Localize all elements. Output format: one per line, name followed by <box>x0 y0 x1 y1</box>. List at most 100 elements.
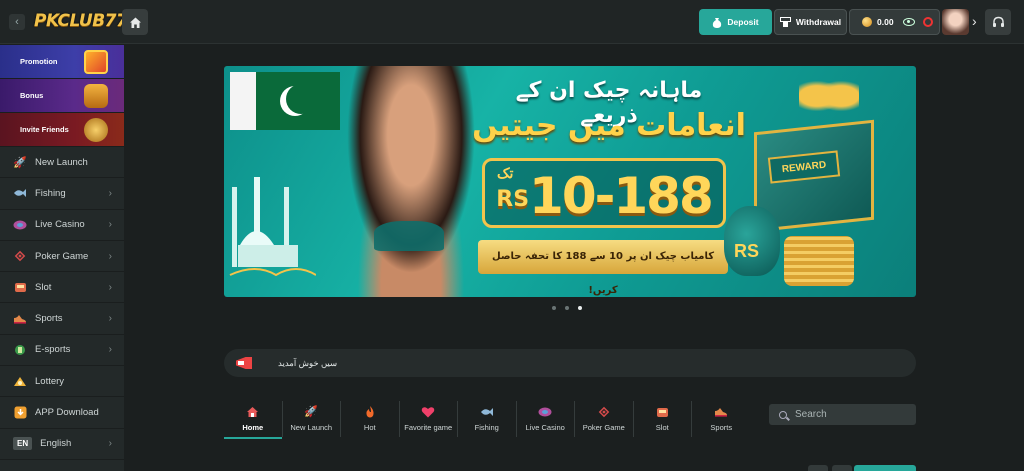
megaphone-icon <box>234 354 256 372</box>
rocket-icon: 🚀 <box>304 406 319 418</box>
model-outfit-image <box>374 221 444 251</box>
active-tab-indicator <box>224 437 282 439</box>
poker-icon <box>13 249 27 263</box>
carousel-dot[interactable] <box>552 306 556 310</box>
sidebar-promo-invite-friends[interactable]: Invite Friends <box>0 113 124 147</box>
fire-icon <box>365 404 375 419</box>
medal-icon <box>84 118 108 142</box>
home-button[interactable] <box>122 9 148 35</box>
fish-icon <box>480 404 494 419</box>
sidebar-item-label: Lottery <box>35 375 65 387</box>
tab-poker-game[interactable]: Poker Game <box>575 401 634 437</box>
chevron-left-icon: ‹ <box>15 16 19 28</box>
deposit-label: Deposit <box>727 17 759 27</box>
poker-icon <box>598 404 610 419</box>
sneaker-icon <box>13 312 27 326</box>
withdrawal-button[interactable]: Withdrawal <box>774 9 847 35</box>
chevron-right-icon: › <box>108 313 112 325</box>
banner-ribbon: کامیاب چیک ان پر 10 سے 188 کا تحفہ حاصل … <box>478 240 728 296</box>
gift-bow-image <box>799 72 859 112</box>
sidebar-item-app-download[interactable]: APP Download <box>0 397 124 429</box>
refresh-balance-icon[interactable] <box>922 17 933 27</box>
balance-value: 0.00 <box>877 17 894 27</box>
chevron-right-icon[interactable]: › <box>972 13 977 29</box>
pakistan-flag-image <box>230 72 340 130</box>
sidebar-item-label: Slot <box>35 281 52 293</box>
sidebar-item-live-casino[interactable]: Live Casino › <box>0 210 124 241</box>
avatar[interactable] <box>942 9 969 35</box>
sidebar-item-language[interactable]: EN English › <box>0 429 124 460</box>
page-prev-button[interactable] <box>808 465 828 471</box>
tab-label: Poker Game <box>582 423 625 432</box>
top-bar: ‹ PKCLUB777 Deposit Withdrawal 0.00 › <box>0 0 1024 44</box>
money-bag-icon <box>713 17 722 28</box>
sidebar-promo-bonus[interactable]: Bonus <box>0 79 124 113</box>
coin-stack-image <box>784 236 854 286</box>
withdraw-icon <box>779 17 791 27</box>
sidebar-item-label: English <box>40 438 72 450</box>
sidebar-item-lottery[interactable]: Lottery <box>0 366 124 398</box>
sidebar-item-sports[interactable]: Sports › <box>0 303 124 335</box>
tab-slot[interactable]: Slot <box>634 401 692 437</box>
tab-label: Slot <box>655 423 669 432</box>
banner-amount-box: تک RS10-188 <box>482 158 726 228</box>
deposit-button[interactable]: Deposit <box>699 9 772 35</box>
home-icon <box>129 17 141 28</box>
tab-fishing[interactable]: Fishing <box>458 401 517 437</box>
sidebar-item-label: New Launch <box>35 156 88 168</box>
sidebar-item-label: Fishing <box>35 187 66 199</box>
heart-icon <box>421 404 435 419</box>
esports-icon <box>13 343 27 357</box>
sidebar-item-label: Live Casino <box>35 219 85 231</box>
fish-icon <box>13 186 27 200</box>
sidebar-item-poker-game[interactable]: Poker Game › <box>0 241 124 273</box>
sidebar-promo-label: Invite Friends <box>20 125 69 134</box>
collapse-sidebar-button[interactable]: ‹ <box>9 14 25 30</box>
sidebar: Promotion Bonus Invite Friends 🚀 New Lau… <box>0 45 124 471</box>
page-next-button[interactable] <box>832 465 852 471</box>
chip-icon <box>538 404 552 419</box>
tab-home[interactable]: Home <box>224 401 283 437</box>
carousel-dot[interactable] <box>565 306 569 310</box>
carousel-dot-active[interactable] <box>578 306 582 310</box>
tab-new-launch[interactable]: 🚀 New Launch <box>283 401 341 437</box>
tab-label: Live Casino <box>525 423 565 432</box>
sidebar-item-fishing[interactable]: Fishing › <box>0 178 124 210</box>
sidebar-item-e-sports[interactable]: E-sports › <box>0 335 124 367</box>
tab-label: Home <box>242 423 264 432</box>
sidebar-promo-promotion[interactable]: Promotion <box>0 45 124 79</box>
game-search[interactable] <box>769 404 916 425</box>
search-input[interactable] <box>795 409 905 420</box>
banner-amount: RS10-188 <box>485 167 723 225</box>
tab-live-casino[interactable]: Live Casino <box>517 401 575 437</box>
slot-machine-icon <box>13 280 27 294</box>
announcement-text: سیں خوش آمدید <box>278 357 338 368</box>
mosque-image <box>229 177 316 277</box>
chevron-right-icon: › <box>108 250 112 262</box>
tab-label: Hot <box>363 423 376 432</box>
sneaker-icon <box>714 404 728 419</box>
lottery-icon <box>13 374 27 388</box>
sidebar-item-slot[interactable]: Slot › <box>0 272 124 304</box>
banner-currency: RS <box>496 187 530 212</box>
carousel-dots <box>552 306 582 310</box>
tab-favorite-game[interactable]: Favorite game <box>400 401 458 437</box>
home-icon <box>246 404 259 419</box>
model-image <box>336 66 486 297</box>
sidebar-promo-label: Promotion <box>20 57 58 66</box>
sidebar-item-label: APP Download <box>35 407 99 419</box>
eye-icon[interactable] <box>902 18 915 26</box>
withdrawal-label: Withdrawal <box>795 17 842 27</box>
promo-banner[interactable]: ماہانہ چیک ان کے ذریعے انعامات میں جیتیں… <box>224 66 916 297</box>
category-tabs: Home 🚀 New Launch Hot Favorite game Fish… <box>224 401 751 439</box>
sidebar-item-new-launch[interactable]: 🚀 New Launch <box>0 147 124 179</box>
view-all-button[interactable] <box>854 465 916 471</box>
support-button[interactable] <box>985 9 1011 35</box>
gift-box-icon <box>84 50 108 74</box>
announcement-bar[interactable]: سیں خوش آمدید <box>224 349 916 377</box>
tab-hot[interactable]: Hot <box>341 401 400 437</box>
chevron-right-icon: › <box>108 187 112 199</box>
sidebar-item-label: Poker Game <box>35 250 89 262</box>
tab-sports[interactable]: Sports <box>692 401 751 437</box>
headset-icon <box>992 16 1004 27</box>
